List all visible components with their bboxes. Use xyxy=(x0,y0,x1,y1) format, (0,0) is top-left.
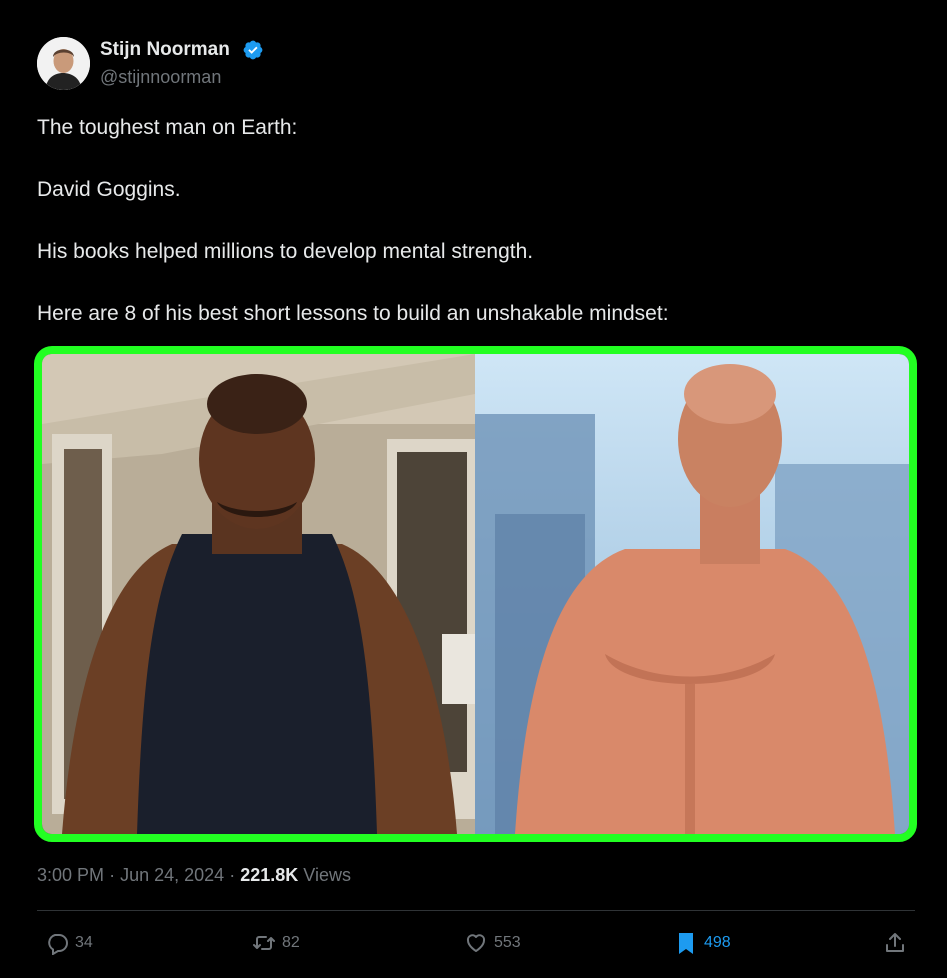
author-name[interactable]: Stijn Noorman xyxy=(100,38,230,62)
tweet-line: David Goggins. xyxy=(37,178,181,201)
retweet-icon xyxy=(253,936,275,950)
photo-after-image xyxy=(475,354,909,834)
verified-badge-icon xyxy=(243,40,263,60)
tweet-meta: 3:00 PM · Jun 24, 2024 · 221.8K Views xyxy=(37,862,351,888)
tweet-line: Here are 8 of his best short lessons to … xyxy=(37,302,669,325)
reply-icon xyxy=(48,934,68,955)
tweet-line: The toughest man on Earth: xyxy=(37,116,298,139)
reply-button[interactable]: 34 xyxy=(45,928,93,958)
bookmark-count: 498 xyxy=(704,934,731,951)
retweet-count: 82 xyxy=(282,934,300,951)
photo-before-image xyxy=(42,354,475,834)
bookmark-icon xyxy=(679,933,693,954)
avatar-image xyxy=(37,37,90,90)
post-time[interactable]: 3:00 PM xyxy=(37,865,104,885)
photo-before[interactable] xyxy=(42,354,475,834)
like-button[interactable]: 553 xyxy=(464,928,521,958)
tweet: Stijn Noorman @stijnnoorman The toughest… xyxy=(0,0,947,978)
share-icon xyxy=(886,933,904,952)
views-label: Views xyxy=(303,865,351,885)
retweet-button[interactable]: 82 xyxy=(252,928,300,958)
avatar[interactable] xyxy=(37,37,90,90)
meta-separator: · xyxy=(109,865,116,885)
post-date[interactable]: Jun 24, 2024 xyxy=(120,865,224,885)
photo-after[interactable] xyxy=(475,354,909,834)
views-count: 221.8K xyxy=(240,865,299,885)
bookmark-button[interactable]: 498 xyxy=(674,928,731,958)
meta-separator: · xyxy=(229,865,236,885)
tweet-text: The toughest man on Earth: David Goggins… xyxy=(37,113,917,329)
like-count: 553 xyxy=(494,934,521,951)
heart-icon xyxy=(466,934,486,952)
divider xyxy=(37,910,915,911)
tweet-line: His books helped millions to develop men… xyxy=(37,240,534,263)
reply-count: 34 xyxy=(75,934,93,951)
author-handle[interactable]: @stijnnoorman xyxy=(100,65,221,89)
share-button[interactable] xyxy=(883,928,907,958)
media-frame[interactable] xyxy=(34,346,917,842)
